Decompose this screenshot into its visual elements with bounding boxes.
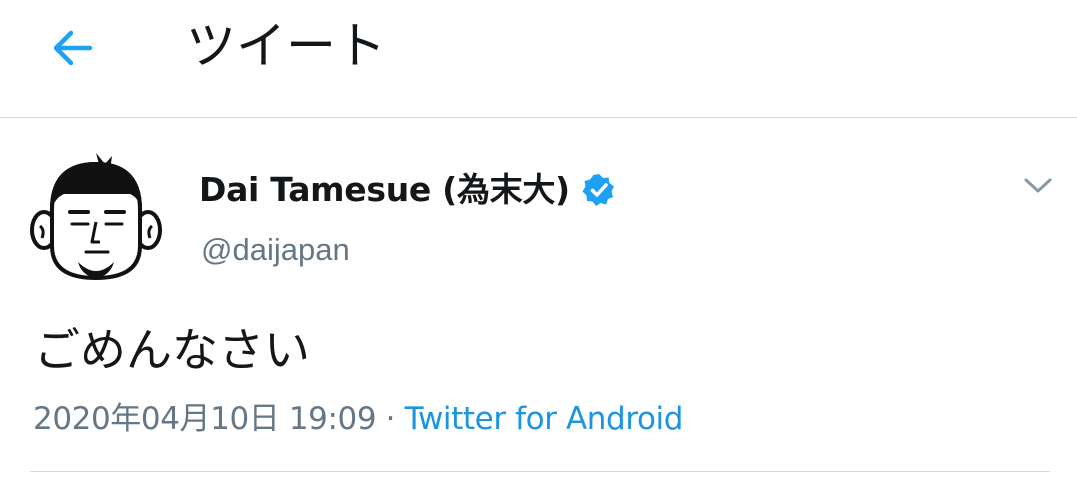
chevron-down-icon [1024, 178, 1052, 193]
tweet-timestamp[interactable]: 2020年04月10日 19:09 [33, 401, 377, 437]
avatar[interactable] [30, 150, 162, 282]
meta-separator: · [376, 401, 405, 437]
page-title: ツイート [186, 17, 386, 75]
author-handle[interactable]: @daijapan [201, 228, 350, 272]
arrow-left-icon [53, 30, 93, 66]
tweet-menu-button[interactable] [1018, 168, 1058, 204]
tweet-meta: 2020年04月10日 19:09 · Twitter for Android [33, 396, 683, 442]
top-bar: ツイート [0, 0, 1077, 118]
author-display-name[interactable]: Dai Tamesue (為末大) [199, 168, 570, 212]
avatar-illustration [30, 153, 162, 281]
verified-badge-icon [582, 174, 614, 206]
back-button[interactable] [42, 22, 102, 74]
author-name-row[interactable]: Dai Tamesue (為末大) [199, 168, 616, 212]
tweet-text: ごめんなさい [34, 323, 310, 377]
tweet-source-link[interactable]: Twitter for Android [405, 401, 684, 437]
divider [30, 471, 1050, 472]
